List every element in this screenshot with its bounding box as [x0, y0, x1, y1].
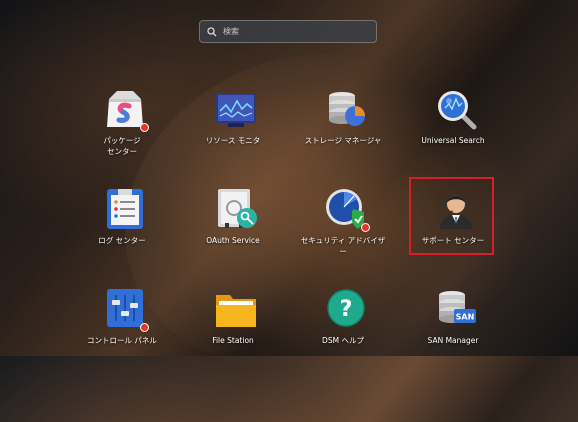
san-badge-text: SAN	[456, 313, 475, 322]
app-label: リソース モニタ	[205, 136, 261, 145]
notification-badge	[140, 123, 149, 132]
file-station-icon	[216, 295, 256, 327]
app-san-manager[interactable]: SAN SAN Manager	[408, 285, 498, 367]
app-label: ストレージ マネージャ	[304, 136, 382, 145]
resource-monitor-icon	[216, 93, 256, 127]
app-label: コントロール パネル	[87, 336, 157, 345]
app-label: OAuth Service	[206, 236, 260, 245]
universal-search-icon	[438, 91, 477, 130]
notification-badge	[140, 323, 149, 332]
app-label: Universal Search	[421, 136, 485, 145]
log-center-icon	[107, 189, 143, 229]
app-storage-manager[interactable]: ストレージ マネージャ	[298, 85, 388, 167]
notification-badge	[361, 223, 370, 232]
dsm-help-icon: ?	[327, 289, 365, 327]
search-icon	[207, 26, 217, 36]
app-resource-monitor[interactable]: リソース モニタ	[188, 85, 278, 167]
search-bar[interactable]	[199, 20, 377, 43]
app-control-panel[interactable]: コントロール パネル	[77, 285, 167, 367]
oauth-service-icon	[218, 189, 257, 228]
app-label: パッケージ センター	[103, 136, 141, 156]
help-glyph: ?	[340, 297, 353, 322]
app-log-center[interactable]: ログ センター	[77, 185, 167, 267]
app-label: セキュリティ アドバイザー	[300, 236, 386, 256]
app-package-center[interactable]: パッケージ センター	[77, 85, 167, 167]
storage-manager-icon	[329, 92, 365, 126]
app-security-advisor[interactable]: セキュリティ アドバイザー	[298, 185, 388, 267]
selection-highlight	[409, 177, 494, 255]
app-label: ログ センター	[98, 236, 146, 245]
app-oauth-service[interactable]: OAuth Service	[188, 185, 278, 267]
san-manager-icon: SAN	[439, 291, 476, 323]
app-label: SAN Manager	[427, 336, 479, 345]
search-input[interactable]	[221, 26, 365, 37]
app-label: File Station	[212, 336, 254, 345]
app-universal-search[interactable]: Universal Search	[408, 85, 498, 167]
app-file-station[interactable]: File Station	[188, 285, 278, 367]
app-dsm-help[interactable]: ? DSM ヘルプ	[298, 285, 388, 367]
app-label: DSM ヘルプ	[322, 336, 364, 345]
